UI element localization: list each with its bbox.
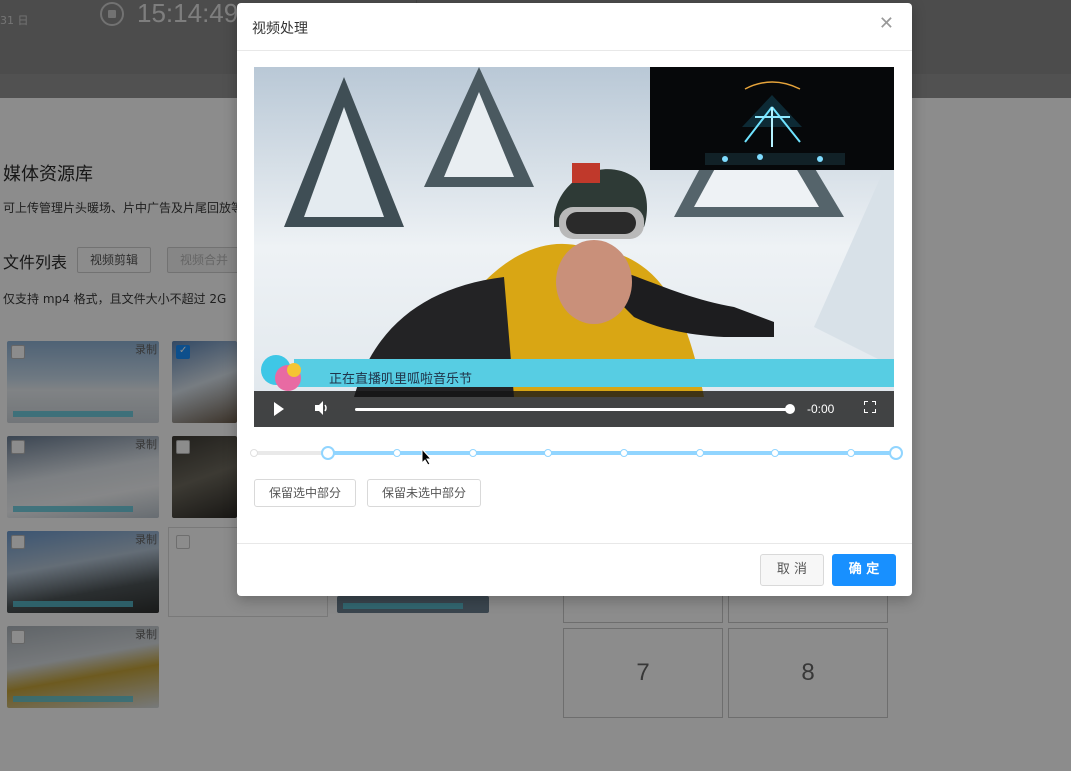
slider-mark[interactable] — [544, 449, 552, 457]
keep-unselected-button[interactable]: 保留未选中部分 — [367, 479, 482, 507]
slider-selected-range — [328, 451, 896, 455]
video-processing-dialog: 视频处理 ✕ 正在直播叽里呱啦音乐节 -0:00 保留选中部分 保留未选中部分 … — [237, 3, 912, 596]
slider-mark[interactable] — [469, 449, 477, 457]
slider-end-handle[interactable] — [889, 446, 903, 460]
slider-start-handle[interactable] — [321, 446, 335, 460]
close-icon[interactable]: ✕ — [879, 15, 894, 33]
keep-selected-button[interactable]: 保留选中部分 — [254, 479, 357, 507]
slider-mark[interactable] — [771, 449, 779, 457]
picture-in-picture[interactable] — [650, 67, 894, 170]
fullscreen-icon[interactable] — [864, 401, 876, 413]
playback-progress-handle[interactable] — [785, 404, 795, 414]
slider-mark[interactable] — [250, 449, 258, 457]
dialog-header: 视频处理 ✕ — [237, 3, 912, 51]
slider-mark[interactable] — [847, 449, 855, 457]
clip-range-slider[interactable] — [250, 446, 903, 462]
slider-mark[interactable] — [696, 449, 704, 457]
mouse-cursor-icon — [421, 448, 433, 466]
live-banner-text: 正在直播叽里呱啦音乐节 — [329, 372, 473, 387]
volume-icon[interactable] — [314, 400, 330, 416]
play-icon[interactable] — [274, 402, 284, 416]
cancel-button[interactable]: 取 消 — [760, 554, 824, 586]
time-remaining: -0:00 — [807, 402, 835, 416]
player-controls: -0:00 — [254, 391, 894, 427]
dialog-title: 视频处理 — [252, 21, 308, 37]
slider-mark[interactable] — [620, 449, 628, 457]
confirm-button[interactable]: 确 定 — [832, 554, 896, 586]
concert-frame — [650, 67, 894, 170]
playback-progress-bar[interactable] — [355, 408, 789, 411]
dialog-footer: 取 消 确 定 — [237, 543, 912, 596]
video-player[interactable]: 正在直播叽里呱啦音乐节 -0:00 — [254, 67, 894, 427]
slider-mark[interactable] — [393, 449, 401, 457]
